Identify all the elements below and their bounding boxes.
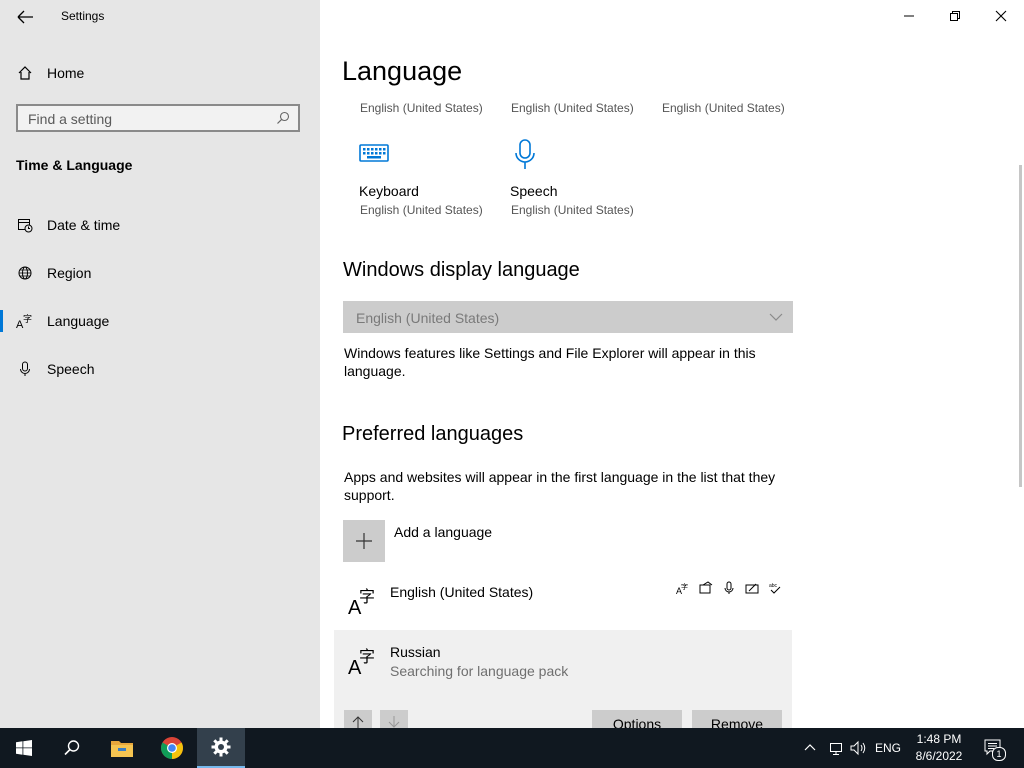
back-arrow-icon	[17, 10, 33, 24]
display-language-description: Windows features like Settings and File …	[344, 345, 756, 379]
close-button[interactable]	[978, 0, 1024, 32]
handwriting-feature-icon	[744, 580, 759, 595]
keyboard-icon	[359, 142, 389, 169]
file-explorer-icon	[111, 741, 133, 757]
language-glyph-icon: A字	[346, 584, 378, 619]
preferred-languages-description: Apps and websites will appear in the fir…	[344, 469, 776, 503]
arrow-up-icon	[352, 716, 364, 728]
search-input[interactable]	[26, 109, 270, 129]
display-language-feature-icon: A字	[675, 580, 690, 595]
start-icon	[16, 740, 32, 756]
sidebar-item-label: Speech	[47, 361, 95, 377]
caption-text: English (United States)	[662, 101, 785, 115]
chrome-icon	[161, 737, 183, 759]
language-glyph-icon: A字	[346, 644, 378, 679]
sidebar: Settings Home Time & Language Date & tim…	[0, 0, 320, 728]
plus-icon	[356, 533, 372, 549]
language-status: Searching for language pack	[390, 663, 569, 679]
calendar-clock-icon	[16, 216, 34, 234]
show-hidden-icons-button[interactable]	[800, 728, 820, 768]
language-row-english[interactable]: A字 English (United States) A字 abc	[334, 570, 792, 630]
settings-icon	[211, 737, 231, 757]
add-language-label[interactable]: Add a language	[394, 524, 492, 540]
notification-badge: 1	[992, 747, 1006, 761]
chevron-down-icon	[769, 310, 783, 329]
sidebar-item-label: Language	[47, 313, 110, 329]
globe-icon	[16, 264, 34, 282]
preferred-languages-heading: Preferred languages	[342, 423, 524, 445]
minimize-icon	[904, 15, 914, 17]
file-explorer-button[interactable]	[98, 728, 146, 768]
input-language-indicator[interactable]: ENG	[872, 728, 904, 768]
chevron-up-icon	[804, 744, 816, 751]
settings-taskbar-button[interactable]	[197, 728, 245, 768]
sidebar-item-home[interactable]: Home	[0, 53, 320, 93]
dropdown-value: English (United States)	[356, 310, 500, 326]
start-button[interactable]	[0, 728, 48, 768]
window-title: Settings	[61, 9, 105, 23]
close-icon	[995, 10, 1007, 22]
svg-text:字: 字	[359, 647, 375, 666]
svg-text:字: 字	[23, 313, 32, 325]
page-title: Language	[342, 56, 463, 86]
scrollbar-thumb[interactable]	[1019, 165, 1022, 487]
network-button[interactable]	[824, 728, 848, 768]
taskbar: ENG 1:48 PM 8/6/2022 1	[0, 728, 1024, 768]
sidebar-item-label: Home	[47, 65, 85, 81]
svg-text:字: 字	[359, 587, 375, 606]
arrow-down-icon	[388, 716, 400, 728]
home-icon	[16, 64, 34, 82]
language-features: A字 abc	[675, 580, 782, 595]
minimize-button[interactable]	[886, 0, 932, 32]
language-icon: A字	[16, 312, 34, 330]
search-field[interactable]	[16, 104, 300, 132]
search-icon	[64, 740, 80, 756]
tile-label: Keyboard	[359, 183, 419, 199]
language-name: Russian	[390, 644, 441, 660]
caption-text: English (United States)	[360, 101, 483, 115]
sidebar-item-region[interactable]: Region	[0, 253, 320, 293]
display-language-dropdown[interactable]: English (United States)	[343, 301, 793, 333]
section-title: Time & Language	[16, 157, 133, 173]
volume-icon	[850, 740, 866, 756]
sidebar-item-label: Region	[47, 265, 92, 281]
sidebar-item-language[interactable]: A字 Language	[0, 301, 320, 341]
language-row-actions: Options Remove	[334, 690, 792, 734]
microphone-icon	[513, 138, 537, 177]
back-button[interactable]	[14, 6, 36, 28]
clock[interactable]: 1:48 PM 8/6/2022	[905, 731, 973, 765]
tile-sub: English (United States)	[511, 203, 634, 217]
add-language-tile[interactable]	[343, 520, 385, 562]
sidebar-item-date-time[interactable]: Date & time	[0, 205, 320, 245]
display-language-heading: Windows display language	[343, 259, 580, 281]
microphone-icon	[16, 360, 34, 378]
spellcheck-feature-icon: abc	[767, 580, 782, 595]
restore-icon	[950, 11, 960, 21]
volume-button[interactable]	[848, 728, 870, 768]
tile-label: Speech	[510, 183, 558, 199]
speech-feature-icon	[721, 580, 736, 595]
caption-text: English (United States)	[511, 101, 634, 115]
language-name: English (United States)	[390, 584, 534, 600]
sidebar-item-label: Date & time	[47, 217, 121, 233]
taskbar-search-button[interactable]	[48, 728, 96, 768]
action-center-button[interactable]: 1	[978, 728, 1010, 768]
network-icon	[830, 743, 842, 755]
svg-text:abc: abc	[769, 583, 778, 589]
sidebar-item-speech[interactable]: Speech	[0, 349, 320, 389]
text-to-speech-feature-icon	[698, 580, 713, 595]
search-icon[interactable]	[276, 111, 290, 130]
language-row-russian[interactable]: A字 Russian Searching for language pack	[334, 630, 792, 690]
clock-time: 1:48 PM	[916, 732, 962, 746]
restore-button[interactable]	[932, 0, 978, 32]
tile-sub: English (United States)	[360, 203, 483, 217]
svg-text:字: 字	[681, 582, 688, 591]
clock-date: 8/6/2022	[915, 749, 963, 763]
chrome-button[interactable]	[148, 728, 196, 768]
